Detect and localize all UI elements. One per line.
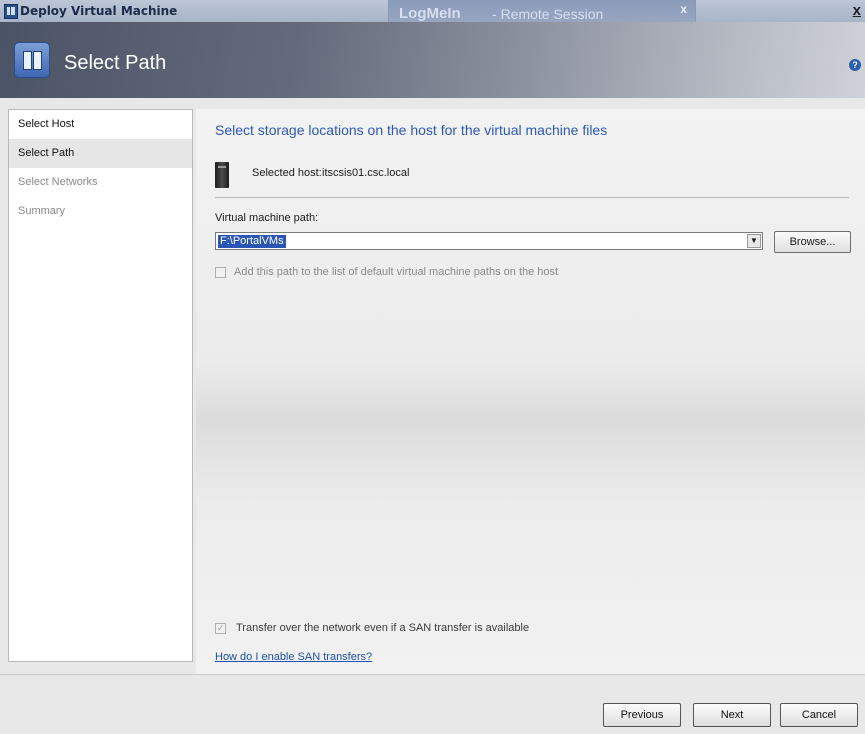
san-transfers-help-link[interactable]: How do I enable SAN transfers? — [215, 651, 372, 663]
banner-close-icon[interactable]: x — [680, 2, 687, 16]
section-heading: Select storage locations on the host for… — [215, 122, 608, 138]
window-title: Deploy Virtual Machine — [20, 4, 178, 18]
selected-host-value: itscsis01.csc.local — [322, 167, 410, 179]
wizard-steps-sidebar: Select Host Select Path Select Networks … — [8, 109, 193, 662]
transfer-network-checkbox-label: Transfer over the network even if a SAN … — [236, 622, 530, 634]
browse-button[interactable]: Browse... — [774, 231, 851, 253]
help-icon[interactable]: ? — [849, 59, 861, 71]
remote-session-label: - Remote Session — [492, 6, 603, 22]
sidebar-item-select-path[interactable]: Select Path — [9, 139, 192, 168]
divider — [215, 197, 849, 198]
vm-path-combobox[interactable]: F:\PortalVMs ▼ — [215, 232, 763, 250]
server-icon — [215, 162, 229, 188]
sidebar-item-summary: Summary — [18, 205, 66, 217]
default-path-checkbox[interactable] — [215, 267, 226, 278]
page-title: Select Path — [64, 52, 167, 74]
sidebar-item-select-networks: Select Networks — [18, 176, 98, 188]
previous-button[interactable]: Previous — [603, 703, 681, 727]
vm-path-value[interactable]: F:\PortalVMs — [218, 235, 286, 248]
app-icon — [4, 4, 18, 19]
cancel-button[interactable]: Cancel — [780, 703, 858, 727]
wizard-header: Select Path ? — [0, 22, 865, 98]
close-icon[interactable]: x — [853, 2, 861, 19]
default-path-checkbox-label: Add this path to the list of default vir… — [234, 266, 559, 278]
main-panel: Select storage locations on the host for… — [196, 109, 865, 674]
transfer-network-checkbox[interactable]: ✓ — [215, 623, 226, 634]
sidebar-item-select-host[interactable]: Select Host — [9, 110, 192, 139]
banner-session-text: Remote Session — [500, 6, 604, 22]
vm-path-label: Virtual machine path: — [215, 212, 319, 224]
footer-divider — [0, 674, 865, 675]
deploy-vm-icon — [14, 42, 50, 78]
chevron-down-icon[interactable]: ▼ — [747, 234, 761, 248]
logmein-brand: LogMeIn — [399, 5, 461, 22]
selected-host-label: Selected host: — [252, 167, 322, 179]
next-button[interactable]: Next — [693, 703, 771, 727]
banner-separator: - — [492, 6, 497, 22]
